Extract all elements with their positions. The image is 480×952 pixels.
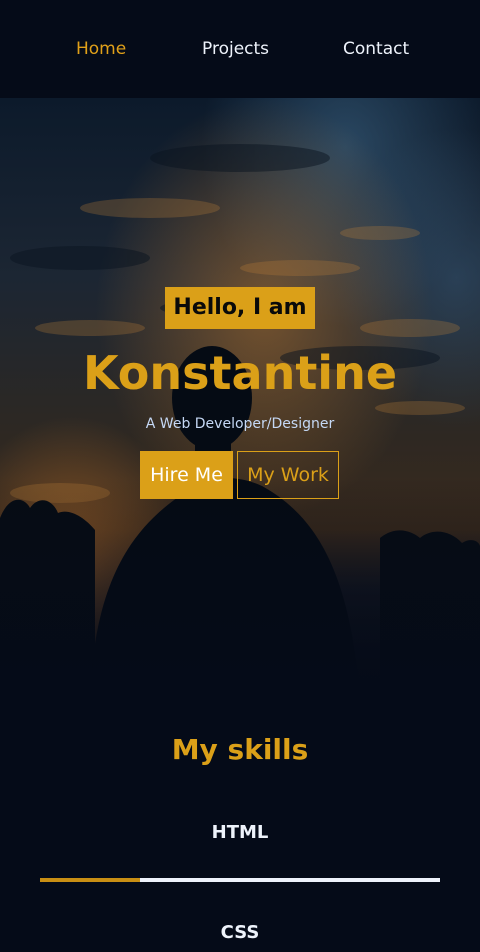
hero-name: Konstantine (82, 346, 398, 400)
hire-me-button[interactable]: Hire Me (140, 451, 233, 499)
my-work-button[interactable]: My Work (237, 451, 339, 499)
skill-bar-fill-html (40, 878, 140, 882)
hero-section: Hello, I am Konstantine A Web Developer/… (0, 98, 480, 698)
skill-name-html: HTML (211, 822, 269, 843)
skills-title: My skills (171, 733, 309, 766)
hello-badge: Hello, I am (165, 287, 315, 329)
nav-contact-link[interactable]: Contact (343, 38, 409, 60)
hero-subtitle: A Web Developer/Designer (145, 416, 335, 432)
skill-name-css: CSS (220, 922, 260, 943)
skill-bar-html (40, 878, 440, 882)
top-nav: Home Projects Contact (0, 0, 480, 98)
nav-projects-link[interactable]: Projects (202, 38, 269, 60)
nav-home-link[interactable]: Home (76, 38, 126, 60)
page: Home Projects Contact Hello, I am Konsta… (0, 0, 480, 952)
